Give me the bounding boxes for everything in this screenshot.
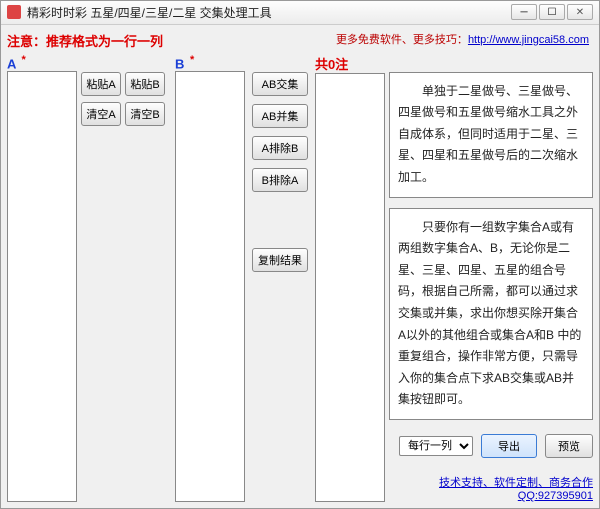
label-a: A * [7, 54, 77, 71]
column-b: B * [175, 54, 245, 502]
info-column: 单独于二星做号、三星做号、四星做号和五星做号缩水工具之外自成体系，但同时适用于二… [389, 54, 593, 502]
textarea-b[interactable] [175, 71, 245, 502]
footer-link[interactable]: 技术支持、软件定制、商务合作QQ:927395901 [389, 468, 593, 502]
operation-buttons: AB交集 AB并集 A排除B B排除A 复制结果 [249, 54, 311, 502]
close-button[interactable]: ✕ [567, 4, 593, 20]
format-select[interactable]: 每行一列 [399, 436, 473, 456]
preview-button[interactable]: 预览 [545, 434, 593, 458]
paste-a-button[interactable]: 粘贴A [81, 72, 121, 96]
info-text-2: 只要你有一组数字集合A或有两组数字集合A、B，无论你是二星、三星、四星、五星的组… [398, 217, 584, 411]
result-label: 共0注 [315, 54, 385, 73]
ab-union-button[interactable]: AB并集 [252, 104, 308, 128]
label-b: B * [175, 54, 245, 71]
info-box-2: 只要你有一组数字集合A或有两组数字集合A、B，无论你是二星、三星、四星、五星的组… [389, 208, 593, 420]
app-window: 精彩时时彩 五星/四星/三星/二星 交集处理工具 ─ ☐ ✕ 注意：推荐格式为一… [0, 0, 600, 509]
ab-intersect-button[interactable]: AB交集 [252, 72, 308, 96]
column-result: 共0注 [315, 54, 385, 502]
clear-b-button[interactable]: 清空B [125, 102, 165, 126]
titlebar: 精彩时时彩 五星/四星/三星/二星 交集处理工具 ─ ☐ ✕ [1, 1, 599, 25]
top-link-url[interactable]: http://www.jingcai58.com [468, 34, 589, 46]
main-panels: A * 粘贴A 粘贴B 清空A 清空B B * AB交集 AB并集 [7, 54, 593, 502]
paste-clear-buttons: 粘贴A 粘贴B 清空A 清空B [81, 54, 171, 502]
top-link: 更多免费软件、更多技巧：http://www.jingcai58.com [336, 31, 589, 47]
export-row: 每行一列 导出 预览 [389, 434, 593, 458]
window-title: 精彩时时彩 五星/四星/三星/二星 交集处理工具 [27, 4, 511, 21]
export-button[interactable]: 导出 [481, 434, 537, 458]
textarea-result[interactable] [315, 73, 385, 502]
copy-result-button[interactable]: 复制结果 [252, 248, 308, 272]
window-controls: ─ ☐ ✕ [511, 4, 593, 20]
a-exclude-b-button[interactable]: A排除B [252, 136, 308, 160]
maximize-button[interactable]: ☐ [539, 4, 565, 20]
info-box-1: 单独于二星做号、三星做号、四星做号和五星做号缩水工具之外自成体系，但同时适用于二… [389, 72, 593, 198]
info-text-1: 单独于二星做号、三星做号、四星做号和五星做号缩水工具之外自成体系，但同时适用于二… [398, 81, 584, 189]
paste-b-button[interactable]: 粘贴B [125, 72, 165, 96]
top-link-prefix: 更多免费软件、更多技巧： [336, 34, 468, 46]
minimize-button[interactable]: ─ [511, 4, 537, 20]
column-a: A * [7, 54, 77, 502]
content-area: 注意：推荐格式为一行一列 更多免费软件、更多技巧：http://www.jing… [1, 25, 599, 508]
b-exclude-a-button[interactable]: B排除A [252, 168, 308, 192]
app-icon [7, 5, 21, 19]
clear-a-button[interactable]: 清空A [81, 102, 121, 126]
textarea-a[interactable] [7, 71, 77, 502]
